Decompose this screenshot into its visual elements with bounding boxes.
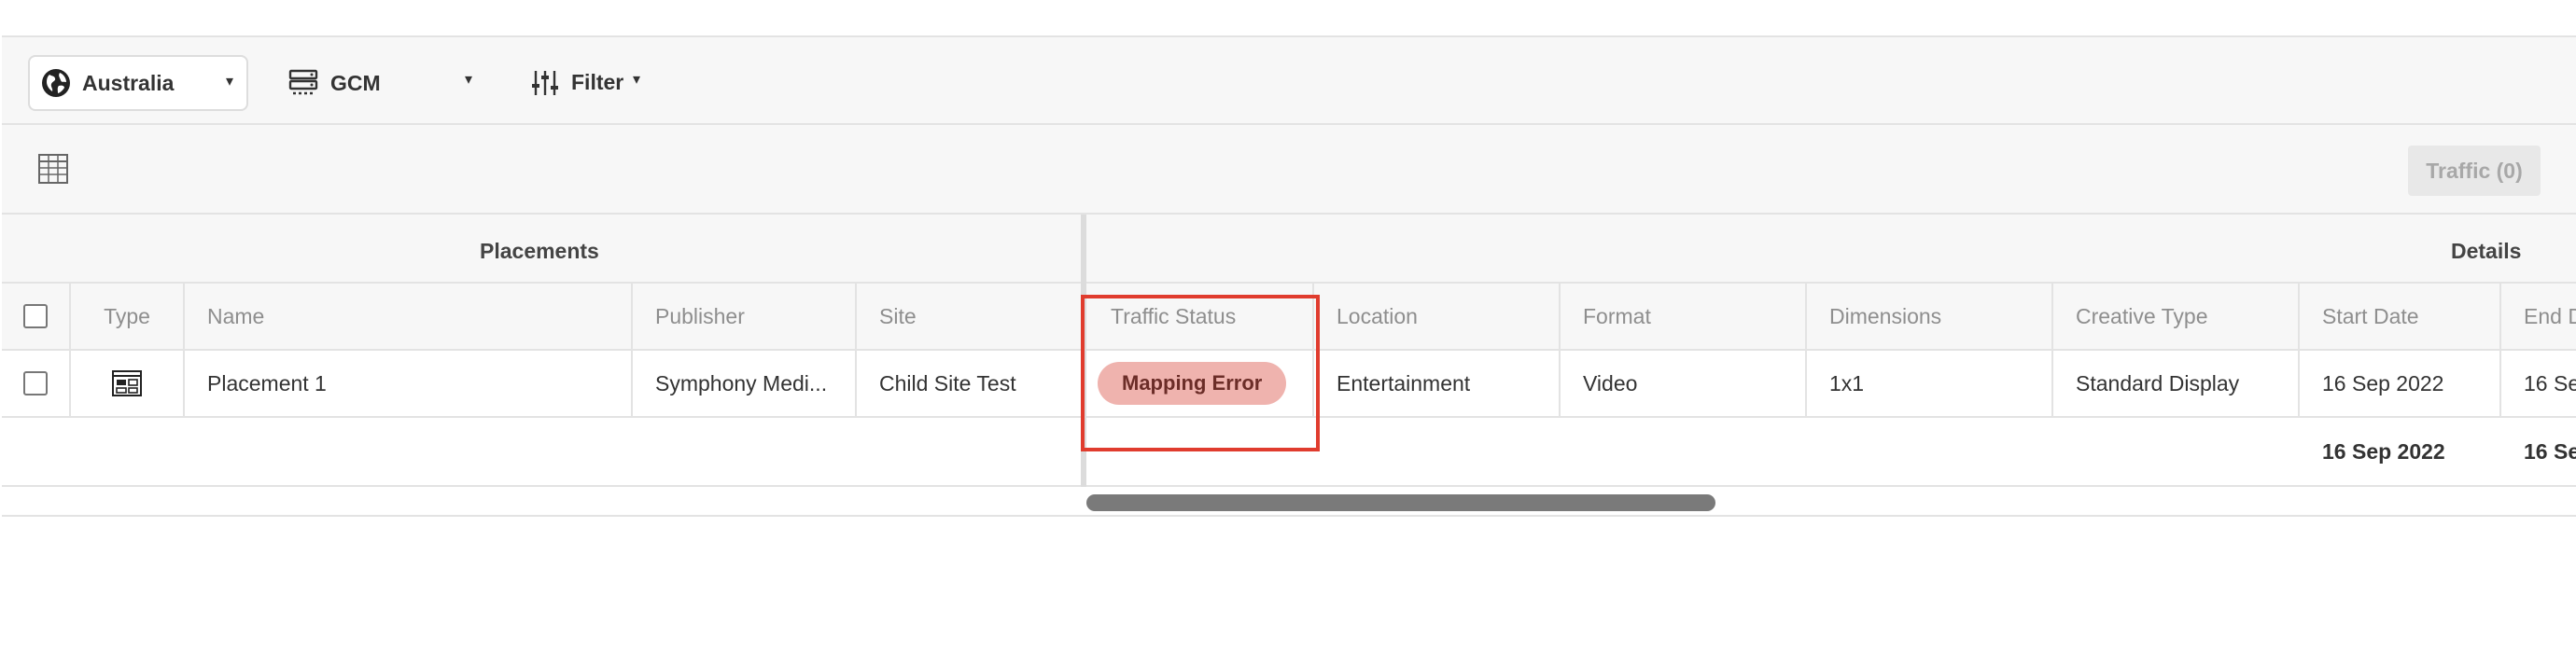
column-header-dimensions[interactable]: Dimensions [1807,284,2053,349]
column-header-type[interactable]: Type [71,284,185,349]
location-cell: Entertainment [1314,351,1561,416]
status-badge: Mapping Error [1098,362,1287,405]
table-header-row: Type Name Publisher Site Traffic Status … [2,284,2576,351]
chevron-down-icon: ▾ [226,74,234,90]
column-header-publisher[interactable]: Publisher [633,284,857,349]
start-date-cell: 16 Sep 2022 [2300,351,2501,416]
dimensions-cell: 1x1 [1807,351,2053,416]
column-header-format[interactable]: Format [1561,284,1807,349]
group-header-details: Details [2451,239,2522,263]
placements-table: Placements Details Type Name Publisher S… [2,215,2576,515]
globe-icon [42,69,70,97]
region-label: Australia [82,70,175,95]
table-row[interactable]: Placement 1 Symphony Medi... Child Site … [2,351,2576,418]
server-icon [288,69,318,95]
filter-button[interactable]: Filter ▾ [525,55,655,111]
total-end-date: 16 Se [2524,438,2576,464]
select-all-cell [2,284,71,349]
column-header-site[interactable]: Site [857,284,1083,349]
format-cell: Video [1561,351,1807,416]
type-cell [71,351,185,416]
grid-view-icon[interactable] [37,153,69,185]
row-select-cell [2,351,71,416]
site-cell: Child Site Test [857,351,1083,416]
row-checkbox[interactable] [23,371,48,395]
column-header-creative-type[interactable]: Creative Type [2053,284,2300,349]
name-cell: Placement 1 [185,351,633,416]
column-header-name[interactable]: Name [185,284,633,349]
column-header-traffic-status[interactable]: Traffic Status [1086,284,1314,349]
frozen-columns-divider [1081,215,1086,487]
end-date-cell: 16 Se [2524,370,2576,395]
group-header-placements: Placements [480,239,599,263]
table-actions-bar: Traffic (0) [2,125,2576,215]
column-group-row: Placements Details [2,215,2576,284]
adserver-label: GCM [330,71,381,95]
sliders-icon [532,71,558,95]
column-header-end-date[interactable]: End D [2501,284,2576,349]
traffic-button[interactable]: Traffic (0) [2408,146,2541,196]
traffic-status-cell: Mapping Error [1086,351,1314,416]
select-all-checkbox[interactable] [23,304,48,328]
region-select[interactable]: Australia ▾ [28,55,248,111]
scrollbar-thumb[interactable] [1086,494,1715,511]
creative-type-cell: Standard Display [2053,351,2300,416]
column-header-location[interactable]: Location [1314,284,1561,349]
chevron-down-icon: ▾ [465,72,473,88]
chevron-down-icon: ▾ [633,72,641,88]
total-start-date: 16 Sep 2022 [2322,438,2445,464]
horizontal-scrollbar[interactable] [2,487,2576,515]
toolbar: Australia ▾ GCM ▾ Filter ▾ [2,37,2576,125]
filter-label: Filter [571,70,624,94]
adserver-select[interactable]: GCM ▾ [282,55,487,111]
publisher-cell: Symphony Medi... [633,351,857,416]
column-header-start-date[interactable]: Start Date [2300,284,2501,349]
display-placement-icon [112,370,142,396]
totals-row: 16 Sep 2022 16 Se [2,418,2576,487]
